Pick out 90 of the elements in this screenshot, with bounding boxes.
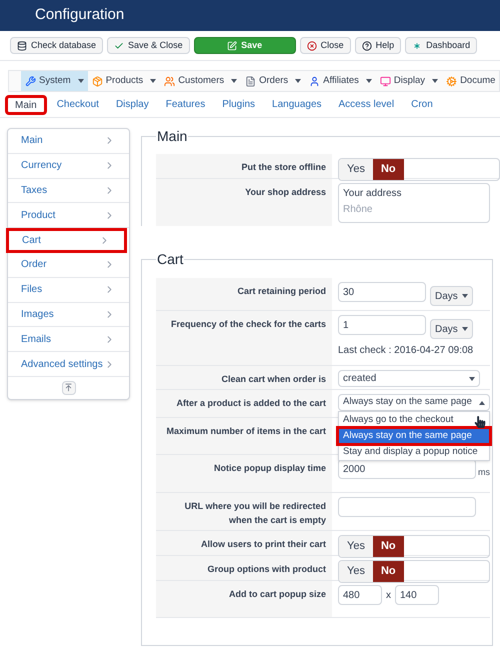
width-field[interactable]: 480 — [338, 585, 382, 605]
caret-up-icon — [479, 400, 485, 404]
document-icon — [245, 76, 256, 86]
toggle-option[interactable]: Yes — [339, 159, 373, 180]
select-field[interactable]: Always stay on the same page — [338, 394, 490, 411]
collapse-button[interactable] — [62, 380, 76, 395]
toggle-option[interactable]: No — [372, 561, 404, 582]
select-field[interactable]: created — [338, 370, 480, 387]
wrench-icon — [25, 76, 36, 86]
unit-select[interactable]: Days — [430, 286, 473, 306]
edit-icon — [227, 40, 238, 50]
input-field[interactable]: 1 — [338, 315, 426, 335]
caret-icon — [231, 79, 238, 83]
field-label: Maximum number of items in the cart — [165, 425, 326, 438]
monitor-icon — [380, 76, 391, 86]
sidebar-item[interactable]: Emails — [8, 327, 129, 352]
tab[interactable]: Languages — [265, 94, 329, 114]
package-icon — [92, 76, 103, 86]
toolbar-button[interactable]: Close — [300, 37, 351, 54]
users-icon — [164, 76, 176, 86]
caret-icon — [150, 79, 156, 83]
check-icon — [114, 40, 124, 50]
sidebar-item[interactable]: Advanced settings — [8, 352, 129, 377]
field-label: Put the store offline — [240, 161, 326, 174]
dropdown-option[interactable]: Stay and display a popup notice — [339, 445, 489, 459]
last-check-text: Last check : 2016-04-27 09:08 — [338, 344, 474, 358]
toolbar-button[interactable]: Help — [354, 37, 402, 54]
field-label: Clean cart when order is — [220, 373, 326, 386]
sidebar-item[interactable]: Images — [8, 302, 129, 328]
close-icon — [306, 40, 317, 50]
field-label: Frequency of the check for the carts — [170, 318, 326, 331]
dropdown-option[interactable]: Always go to the checkout — [339, 413, 489, 427]
sidebar-item[interactable]: Cart — [6, 228, 127, 253]
toolbar-button[interactable]: Check database — [10, 37, 104, 54]
sidebar-item[interactable]: Main — [8, 129, 129, 154]
sidebar-item[interactable]: Taxes — [8, 178, 129, 204]
sidebar-item[interactable]: Currency — [8, 154, 129, 179]
toolbar-button[interactable]: Dashboard — [405, 37, 478, 54]
menu-item[interactable]: Orders — [241, 71, 306, 91]
sidebar-item[interactable]: Order — [8, 252, 129, 278]
field-label: URL where you will be redirected when the cart is empty — [184, 500, 326, 527]
caret-icon — [295, 79, 302, 83]
input-field[interactable] — [338, 497, 476, 517]
menu-item[interactable]: Affiliates — [305, 71, 376, 91]
tab[interactable]: Features — [158, 94, 212, 114]
hand-cursor-icon — [474, 416, 486, 428]
caret-icon — [462, 294, 468, 298]
menu-item[interactable]: Display — [376, 71, 442, 91]
toggle-option[interactable]: Yes — [339, 561, 373, 582]
caret-icon — [78, 79, 84, 83]
tab[interactable]: Plugins — [215, 94, 262, 114]
asterisk-icon — [412, 40, 422, 50]
menu-item[interactable]: Docume — [442, 71, 500, 91]
menu-item[interactable]: System — [21, 71, 88, 91]
database-icon — [17, 40, 27, 50]
field-label: Notice popup display time — [212, 462, 326, 475]
input-field[interactable]: 30 — [338, 282, 426, 302]
toolbar-button[interactable]: Save & Close — [107, 37, 190, 54]
height-field[interactable]: 140 — [395, 585, 439, 605]
menu-item[interactable]: Customers — [160, 71, 242, 91]
field-label: Cart retaining period — [236, 285, 326, 298]
gear-icon — [446, 76, 458, 86]
menu-item[interactable]: Products — [88, 71, 160, 91]
toggle-option[interactable]: Yes — [339, 536, 373, 556]
tab[interactable]: Access level — [332, 94, 402, 114]
page-title: Configuration — [35, 5, 124, 26]
caret-icon — [469, 376, 475, 380]
user-icon — [309, 76, 320, 86]
tab[interactable]: Display — [108, 94, 156, 114]
address-field[interactable]: Your address Rhône — [338, 183, 490, 223]
tab[interactable]: Main — [5, 94, 47, 114]
dropdown-option[interactable]: Always stay on the same page — [339, 429, 489, 443]
unit-label: ms — [478, 466, 490, 478]
times-sign: x — [386, 588, 391, 602]
tab[interactable]: Checkout — [50, 94, 106, 114]
toggle-option[interactable]: No — [372, 159, 404, 180]
caret-icon — [462, 327, 468, 331]
unit-select[interactable]: Days — [430, 319, 473, 339]
caret-icon — [432, 79, 438, 83]
caret-icon — [366, 79, 372, 83]
field-label: Allow users to print their cart — [200, 538, 326, 551]
field-label: Group options with product — [206, 563, 326, 576]
sidebar-item[interactable]: Files — [8, 278, 129, 303]
field-label: Add to cart popup size — [228, 588, 326, 601]
tab[interactable]: Cron — [404, 94, 440, 114]
toggle-option[interactable]: No — [372, 536, 404, 556]
field-label: Your shop address — [244, 186, 326, 199]
input-field[interactable]: 2000 — [338, 459, 476, 479]
field-label: After a product is added to the cart — [175, 397, 326, 410]
help-icon — [362, 40, 372, 50]
